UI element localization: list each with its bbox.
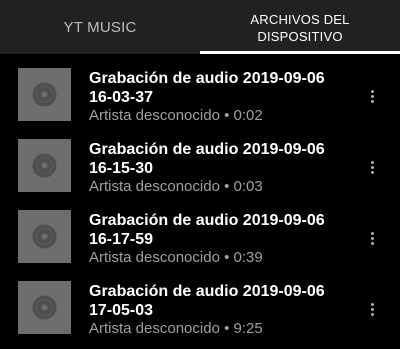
tab-bar: YT MUSIC ARCHIVOS DEL DISPOSITIVO bbox=[0, 0, 400, 54]
list-item[interactable]: Grabación de audio 2019-09-06 17-05-03 A… bbox=[0, 267, 400, 338]
item-subtitle: Artista desconocido • 0:39 bbox=[89, 249, 263, 266]
vinyl-disc-icon bbox=[18, 210, 71, 263]
item-subtitle: Artista desconocido • 0:03 bbox=[89, 178, 263, 195]
tab-label: ARCHIVOS DEL DISPOSITIVO bbox=[250, 12, 350, 44]
more-vert-icon[interactable] bbox=[364, 90, 380, 106]
vinyl-disc-icon bbox=[18, 68, 71, 121]
list-item[interactable]: Grabación de audio 2019-09-06 16-15-30 A… bbox=[0, 125, 400, 196]
item-subtitle: Artista desconocido • 9:25 bbox=[89, 320, 263, 337]
list-item[interactable]: Grabación de audio 2019-09-06 16-17-59 A… bbox=[0, 196, 400, 267]
item-title: Grabación de audio 2019-09-06 16-17-59 bbox=[89, 212, 325, 248]
item-title: Grabación de audio 2019-09-06 17-05-03 bbox=[89, 283, 325, 319]
more-vert-icon[interactable] bbox=[364, 232, 380, 248]
more-vert-icon[interactable] bbox=[364, 161, 380, 177]
more-vert-icon[interactable] bbox=[364, 303, 380, 319]
item-title: Grabación de audio 2019-09-06 16-03-37 bbox=[89, 70, 325, 106]
vinyl-disc-icon bbox=[18, 139, 71, 192]
item-subtitle: Artista desconocido • 0:02 bbox=[89, 107, 263, 124]
tab-yt-music[interactable]: YT MUSIC bbox=[0, 0, 200, 54]
item-title: Grabación de audio 2019-09-06 16-15-30 bbox=[89, 141, 325, 177]
list-item[interactable]: Grabación de audio 2019-09-06 16-03-37 A… bbox=[0, 54, 400, 125]
tab-label: YT MUSIC bbox=[63, 18, 137, 36]
tab-device-files[interactable]: ARCHIVOS DEL DISPOSITIVO bbox=[200, 0, 400, 54]
song-list: Grabación de audio 2019-09-06 16-03-37 A… bbox=[0, 54, 400, 338]
vinyl-disc-icon bbox=[18, 281, 71, 334]
